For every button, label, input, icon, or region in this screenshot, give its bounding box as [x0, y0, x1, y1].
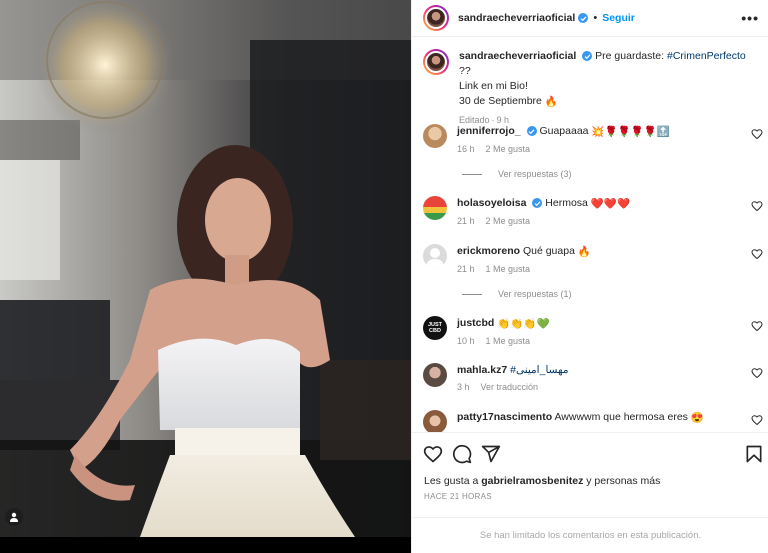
- verified-badge-icon: [526, 126, 537, 137]
- share-icon[interactable]: [481, 444, 501, 464]
- comment-avatar[interactable]: [423, 244, 447, 268]
- post-time[interactable]: HACE 21 HORAS: [424, 492, 492, 501]
- comment-likes[interactable]: 2 Me gusta: [486, 216, 531, 226]
- see-translation-button[interactable]: Ver traducción: [481, 382, 539, 392]
- comment-likes[interactable]: 2 Me gusta: [486, 144, 531, 154]
- post-media[interactable]: [0, 0, 411, 553]
- comment-hashtag[interactable]: #مهسا_امینی: [510, 364, 568, 376]
- caption-line-3: 30 de Septiembre: [459, 95, 542, 107]
- comment-text: Hermosa: [545, 197, 588, 209]
- view-replies-label: Ver respuestas (1): [498, 289, 572, 299]
- fire-emoji: 🔥: [544, 96, 558, 108]
- heart-icon[interactable]: [751, 200, 763, 212]
- post-dialog: sandraecheverriaoficial • Seguir ••• san…: [0, 0, 768, 553]
- heart-icon[interactable]: [751, 414, 763, 426]
- heart-icon[interactable]: [751, 320, 763, 332]
- comment-username[interactable]: mahla.kz7: [457, 364, 507, 376]
- comment-username[interactable]: jenniferrojo_: [457, 125, 521, 137]
- likes-user[interactable]: gabrielramosbenitez: [481, 475, 583, 487]
- comment-likes[interactable]: 1 Me gusta: [486, 264, 531, 274]
- comment-item: jenniferrojo_ Guapaaaa 💥🌹🌹🌹🌹🔝 16 h 2 Me g…: [423, 124, 763, 154]
- comment-likes[interactable]: 1 Me gusta: [486, 336, 531, 346]
- comments-list[interactable]: sandraecheverriaoficial Pre guardaste: #…: [412, 38, 768, 432]
- heart-icon[interactable]: [751, 248, 763, 260]
- follow-button[interactable]: Seguir: [602, 12, 635, 24]
- justcbd-logo: JUST CBD: [427, 322, 443, 334]
- comment-time[interactable]: 21 h: [457, 216, 475, 226]
- comment-item: patty17nascimento Awwwwm que hermosa ere…: [423, 410, 763, 432]
- author-username[interactable]: sandraecheverriaoficial: [458, 12, 575, 24]
- action-bar: Les gusta a gabrielramosbenitez y person…: [412, 432, 768, 516]
- comment-time[interactable]: 21 h: [457, 264, 475, 274]
- verified-badge-icon: [582, 51, 593, 62]
- comment-time[interactable]: 10 h: [457, 336, 475, 346]
- post-header: sandraecheverriaoficial • Seguir •••: [412, 0, 768, 37]
- comment-username[interactable]: justcbd: [457, 317, 494, 329]
- comment-emojis: 😍: [690, 412, 704, 424]
- comment-time[interactable]: 16 h: [457, 144, 475, 154]
- comment-item: JUST CBD justcbd 👏👏👏💚 10 h 1 Me gusta: [423, 316, 763, 346]
- author-avatar[interactable]: [423, 5, 449, 31]
- header-separator: •: [593, 12, 598, 24]
- heart-icon[interactable]: [423, 444, 443, 464]
- comment-item: mahla.kz7 #مهسا_امینی 3 h Ver traducción: [423, 363, 763, 392]
- comment-item: holasoyeloisa Hermosa ❤️❤️❤️ 21 h 2 Me gu…: [423, 196, 763, 226]
- view-replies-button[interactable]: Ver respuestas (3): [462, 169, 572, 179]
- caption-hashtag[interactable]: #CrimenPerfecto: [667, 50, 746, 62]
- post-side-panel: sandraecheverriaoficial • Seguir ••• san…: [411, 0, 768, 553]
- post-caption: sandraecheverriaoficial Pre guardaste: #…: [423, 49, 753, 128]
- comment-icon[interactable]: [452, 444, 472, 464]
- comment-time[interactable]: 3 h: [457, 382, 470, 392]
- comment-avatar[interactable]: [423, 196, 447, 220]
- comment-username[interactable]: erickmoreno: [457, 245, 520, 257]
- verified-badge-icon: [578, 13, 589, 23]
- caption-line-2: Link en mi Bio!: [459, 80, 528, 92]
- caption-text-after: ??: [459, 65, 471, 77]
- user-tag-button[interactable]: [5, 508, 23, 526]
- more-options-icon[interactable]: •••: [741, 10, 759, 26]
- caption-text: Pre guardaste:: [595, 50, 665, 62]
- comment-text: Guapaaaa: [539, 125, 589, 137]
- comment-username[interactable]: holasoyeloisa: [457, 197, 526, 209]
- comment-emojis: 👏👏👏💚: [497, 318, 550, 330]
- comment-emojis: ❤️❤️❤️: [590, 198, 631, 210]
- user-tag-icon: [10, 512, 18, 522]
- caption-username[interactable]: sandraecheverriaoficial: [459, 50, 576, 62]
- comment-emojis: 🔥: [577, 246, 591, 258]
- likes-summary: Les gusta a gabrielramosbenitez y person…: [424, 475, 660, 487]
- view-replies-button[interactable]: Ver respuestas (1): [462, 289, 572, 299]
- comment-avatar[interactable]: JUST CBD: [423, 316, 447, 340]
- caption-avatar[interactable]: [423, 49, 449, 75]
- comment-emojis: 💥🌹🌹🌹🌹🔝: [591, 126, 670, 138]
- comment-username[interactable]: patty17nascimento: [457, 411, 552, 423]
- comment-item: erickmoreno Qué guapa 🔥 21 h 1 Me gusta: [423, 244, 763, 274]
- comment-avatar[interactable]: [423, 410, 447, 432]
- heart-icon[interactable]: [751, 128, 763, 140]
- comment-avatar[interactable]: [423, 363, 447, 387]
- likes-prefix: Les gusta a: [424, 475, 479, 487]
- comment-text: Qué guapa: [522, 245, 575, 257]
- comments-limited-notice: Se han limitado los comentarios en esta …: [412, 517, 768, 553]
- likes-suffix[interactable]: y personas más: [586, 475, 660, 487]
- heart-icon[interactable]: [751, 367, 763, 379]
- comment-text: Awwwwm que hermosa eres: [554, 411, 688, 423]
- post-photo: [0, 0, 411, 537]
- view-replies-label: Ver respuestas (3): [498, 169, 572, 179]
- media-bottom-strip: [0, 537, 411, 553]
- comment-avatar[interactable]: [423, 124, 447, 148]
- bookmark-icon[interactable]: [744, 444, 764, 464]
- verified-badge-icon: [532, 198, 543, 209]
